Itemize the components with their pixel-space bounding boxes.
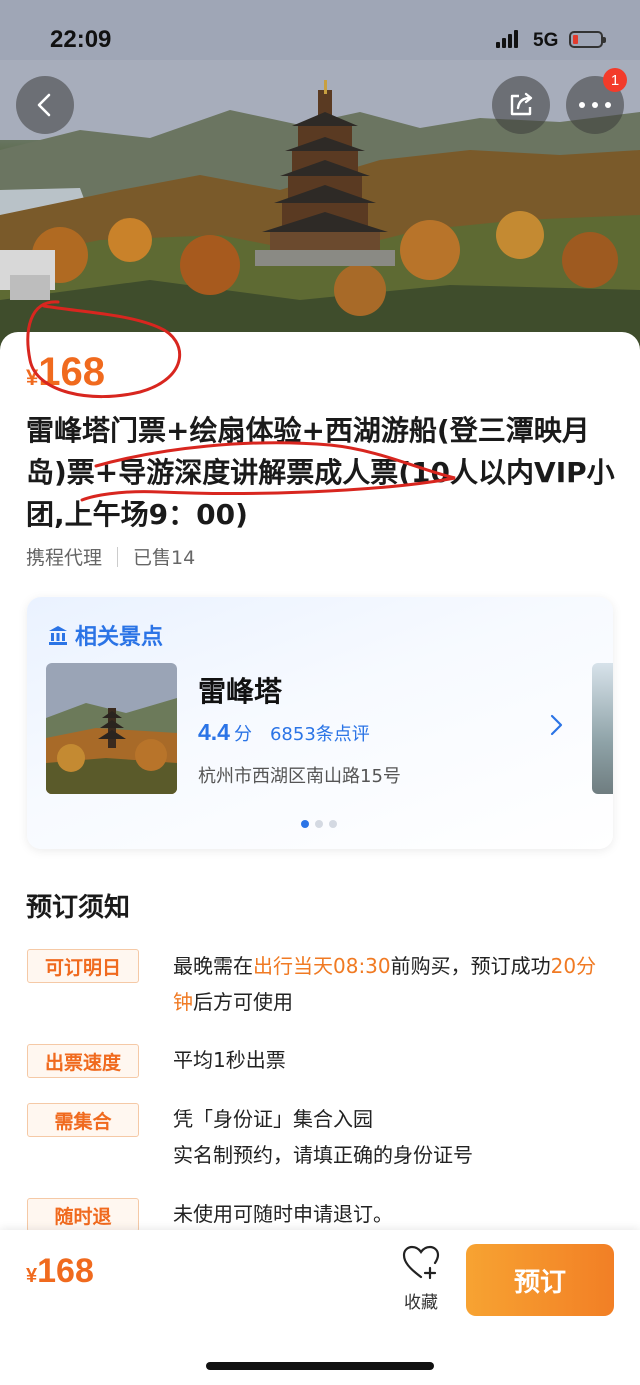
share-button[interactable] xyxy=(492,76,550,134)
carousel-dot xyxy=(329,820,337,828)
product-title: 雷峰塔门票+绘扇体验+西湖游船(登三潭映月岛)票+导游深度讲解票成人票(10人以… xyxy=(26,414,615,531)
meta-divider xyxy=(117,546,119,567)
notice-text-part: 最晚需在 xyxy=(173,954,253,978)
spot-name: 雷峰塔 xyxy=(198,675,283,708)
share-icon xyxy=(510,92,533,116)
related-spot-section-label: 相关景点 xyxy=(75,625,164,650)
notification-badge: 1 xyxy=(603,68,627,92)
bottom-price-currency: ¥ xyxy=(26,1265,38,1287)
carousel-dot-active xyxy=(301,820,309,828)
spot-rating: 4.4 分 6853条点评 xyxy=(198,719,370,746)
notice-text-part: 后方可使用 xyxy=(193,990,293,1014)
notice-text-book-tomorrow: 最晚需在出行当天08:30前购买，预订成功20分钟后方可使用 xyxy=(173,948,613,1020)
spot-score: 4.4 xyxy=(198,719,230,745)
related-spot-card[interactable]: 相关景点 雷峰塔 4.4 分 6853条点评 杭州市西湖区南山路15号 xyxy=(27,597,613,849)
notice-highlight: 出行当天08:30 xyxy=(253,954,391,978)
agent-label: 携程代理 xyxy=(26,547,103,569)
spot-reviews[interactable]: 6853条点评 xyxy=(270,720,370,746)
more-dots-icon xyxy=(579,102,611,108)
bottom-price: ¥168 xyxy=(26,1252,94,1291)
spot-thumbnail xyxy=(46,663,177,794)
status-time: 22:09 xyxy=(50,26,112,53)
home-indicator[interactable] xyxy=(206,1362,434,1370)
notice-text-refund: 未使用可随时申请退订。 xyxy=(173,1202,393,1226)
book-button[interactable]: 预订 xyxy=(466,1244,614,1316)
tag-book-tomorrow: 可订明日 xyxy=(27,949,139,983)
chevron-right-icon[interactable] xyxy=(549,713,565,737)
landmark-icon xyxy=(49,626,67,645)
chevron-left-icon xyxy=(37,93,51,117)
notice-text-part: 前购买，预订成功 xyxy=(390,954,551,978)
status-bar: 22:09 5G xyxy=(0,0,640,80)
battery-icon xyxy=(569,31,606,48)
favorite-button[interactable]: 收藏 xyxy=(396,1244,446,1313)
notice-text-assembly-1: 凭「身份证」集合入园 xyxy=(173,1107,373,1131)
bottom-price-amount: 168 xyxy=(37,1252,94,1290)
related-spot-header: 相关景点 xyxy=(47,619,163,651)
spot-address: 杭州市西湖区南山路15号 xyxy=(198,766,401,787)
product-meta: 携程代理 已售14 xyxy=(26,543,195,570)
network-label: 5G xyxy=(533,30,559,51)
tag-ticket-speed: 出票速度 xyxy=(27,1044,139,1078)
price-currency: ¥ xyxy=(26,365,39,390)
notice-text-assembly-2: 实名制预约，请填正确的身份证号 xyxy=(173,1143,473,1167)
favorite-label: 收藏 xyxy=(404,1293,438,1313)
signal-icon xyxy=(496,30,518,48)
sold-count: 已售14 xyxy=(133,547,196,569)
carousel-dots xyxy=(301,820,337,828)
notice-text-ticket-speed: 平均1秒出票 xyxy=(173,1048,286,1072)
spot-score-unit: 分 xyxy=(233,724,252,745)
next-spot-preview[interactable] xyxy=(592,663,613,794)
price-amount: 168 xyxy=(38,350,105,394)
back-button[interactable] xyxy=(16,76,74,134)
product-price: ¥168 xyxy=(26,350,105,395)
notice-title: 预订须知 xyxy=(26,893,131,923)
heart-plus-icon xyxy=(402,1245,440,1280)
carousel-dot xyxy=(315,820,323,828)
tag-refund: 随时退 xyxy=(27,1198,139,1232)
tag-assembly: 需集合 xyxy=(27,1103,139,1137)
